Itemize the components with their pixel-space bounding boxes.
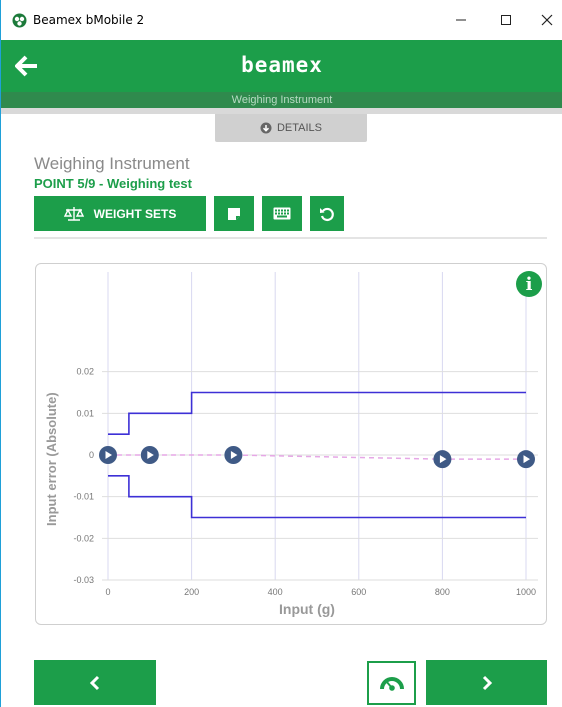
previous-point-button[interactable] [34, 660, 156, 705]
undo-button[interactable] [310, 196, 344, 231]
balance-scale-icon [63, 206, 84, 221]
toolbar-divider [34, 237, 547, 239]
chevron-left-icon [89, 675, 100, 690]
y-tick-label: 0.01 [76, 408, 94, 418]
app-header: beamex [1, 40, 562, 92]
measured-trend-line [108, 454, 526, 460]
y-tick-label: -0.01 [73, 492, 94, 502]
point-label: POINT 5/9 - Weighing test [34, 176, 192, 191]
error-chart: 0 200 400 600 800 1000 0.02 0.01 0 -0.01 -0.02 -0.0… [44, 272, 538, 617]
weight-sets-button[interactable]: WEIGHT SETS [34, 196, 206, 231]
minimize-icon [456, 19, 466, 21]
note-icon [228, 207, 240, 220]
note-button[interactable] [214, 196, 254, 231]
close-icon [541, 14, 553, 26]
close-button[interactable] [527, 6, 562, 34]
x-axis-label: Input (g) [279, 601, 335, 617]
info-circle-icon: i [525, 273, 533, 295]
chevron-right-icon [482, 675, 492, 690]
x-tick-label: 200 [184, 587, 199, 597]
keyboard-icon [273, 207, 291, 220]
page-subtitle: Weighing Instrument [1, 92, 562, 108]
y-tick-label: 0 [89, 450, 94, 460]
error-chart-panel: 0 200 400 600 800 1000 0.02 0.01 0 -0.01 -0.02 -0.0… [35, 263, 547, 625]
window-titlebar: Beamex bMobile 2 [1, 0, 562, 40]
x-tick-label: 800 [435, 587, 450, 597]
details-toggle[interactable]: DETAILS [215, 114, 367, 142]
beamex-logo: beamex [241, 53, 323, 77]
chevron-circle-down-icon [260, 122, 272, 134]
keyboard-button[interactable] [262, 196, 302, 231]
x-tick-label: 400 [268, 587, 283, 597]
undo-icon [320, 207, 334, 221]
x-tick-label: 0 [105, 587, 110, 597]
minimize-button[interactable] [441, 6, 481, 34]
maximize-icon [501, 15, 511, 25]
x-tick-label: 1000 [516, 587, 536, 597]
y-tick-label: 0.02 [76, 367, 94, 377]
weight-sets-label: WEIGHT SETS [93, 206, 177, 221]
info-button[interactable]: i [516, 271, 542, 297]
gauge-button[interactable] [367, 661, 416, 705]
y-tick-label: -0.03 [73, 575, 94, 585]
window-title: Beamex bMobile 2 [33, 13, 145, 27]
y-axis-label: Input error (Absolute) [44, 392, 59, 526]
details-label: DETAILS [276, 122, 323, 134]
maximize-button[interactable] [486, 6, 526, 34]
next-point-button[interactable] [426, 660, 547, 705]
gauge-icon [379, 677, 404, 691]
y-tick-label: -0.02 [73, 533, 94, 543]
x-tick-label: 600 [351, 587, 366, 597]
app-window: Beamex bMobile 2 beamex Weighing Instrum… [0, 0, 562, 707]
beamex-app-icon [12, 13, 27, 28]
instrument-name: Weighing Instrument [34, 154, 190, 173]
